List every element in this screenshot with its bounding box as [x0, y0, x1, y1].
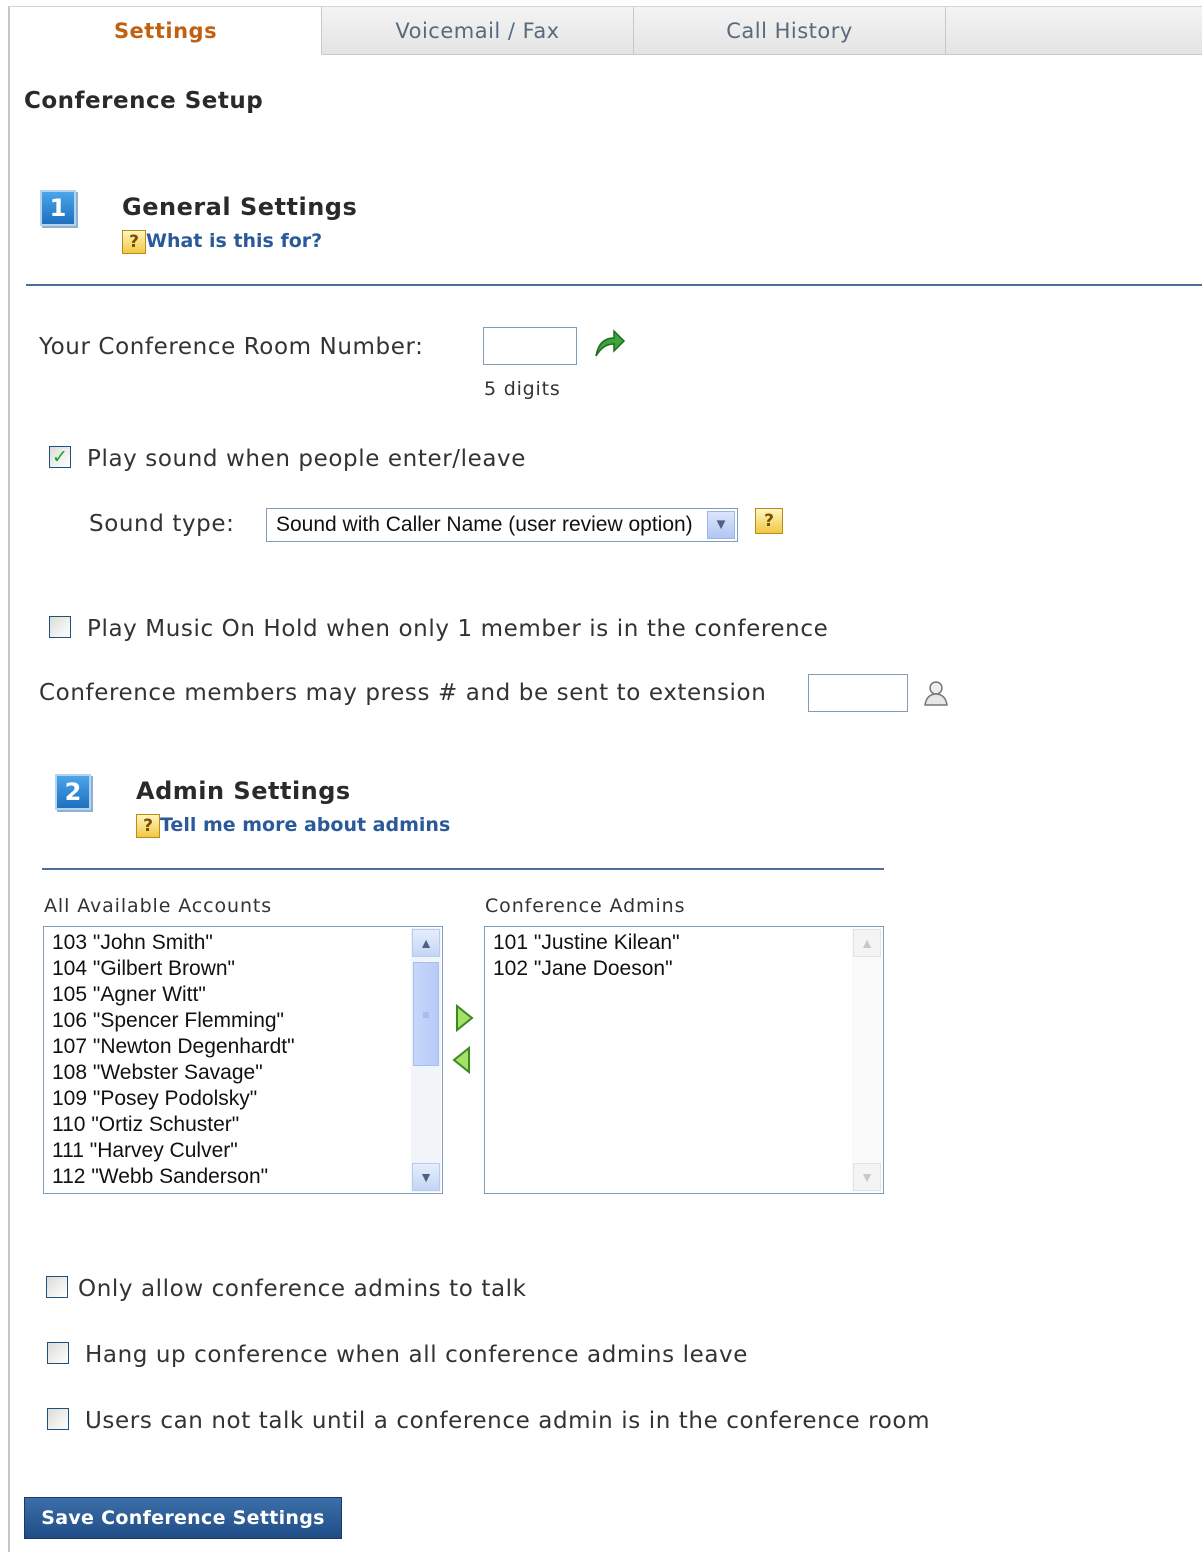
- wait-admin-label: Users can not talk until a conference ad…: [85, 1408, 931, 1434]
- tab-voicemail-fax[interactable]: Voicemail / Fax: [322, 7, 634, 55]
- list-item[interactable]: 108 "Webster Savage": [44, 1060, 442, 1086]
- conference-admins-list[interactable]: 101 "Justine Kilean" 102 "Jane Doeson" ▲…: [484, 926, 884, 1194]
- help-icon[interactable]: ?: [755, 508, 783, 534]
- available-accounts-list[interactable]: 103 "John Smith" 104 "Gilbert Brown" 105…: [43, 926, 443, 1194]
- move-left-icon[interactable]: [450, 1045, 474, 1075]
- save-conference-settings-button[interactable]: Save Conference Settings: [24, 1497, 342, 1539]
- help-icon: ?: [122, 230, 146, 254]
- scroll-thumb[interactable]: ≡: [413, 962, 439, 1066]
- scroll-down-icon[interactable]: ▼: [412, 1163, 440, 1191]
- list-item[interactable]: 110 "Ortiz Schuster": [44, 1112, 442, 1138]
- admins-scrollbar: ▲ ▼: [852, 928, 882, 1192]
- user-lookup-icon[interactable]: [922, 678, 952, 708]
- tab-call-history[interactable]: Call History: [634, 7, 946, 55]
- room-number-hint: 5 digits: [484, 378, 561, 400]
- list-item[interactable]: 111 "Harvey Culver": [44, 1138, 442, 1164]
- scroll-down-icon: ▼: [853, 1163, 881, 1191]
- scroll-up-icon: ▲: [853, 929, 881, 957]
- conference-room-label: Your Conference Room Number:: [39, 334, 424, 360]
- play-sound-checkbox[interactable]: ✓: [49, 446, 71, 468]
- tell-me-more-link[interactable]: Tell me more about admins: [160, 814, 450, 836]
- sound-type-label: Sound type:: [89, 511, 235, 537]
- extension-input[interactable]: [808, 674, 908, 712]
- only-admins-talk-label: Only allow conference admins to talk: [78, 1276, 527, 1302]
- list-item[interactable]: 102 "Jane Doeson": [485, 956, 883, 982]
- step-1-badge: 1: [40, 190, 76, 226]
- list-item[interactable]: 112 "Webb Sanderson": [44, 1164, 442, 1190]
- undo-arrow-icon[interactable]: [590, 326, 626, 360]
- list-item[interactable]: 105 "Agner Witt": [44, 982, 442, 1008]
- music-on-hold-checkbox[interactable]: [49, 616, 71, 638]
- conference-room-input[interactable]: [483, 327, 577, 365]
- conference-admins-label: Conference Admins: [485, 895, 686, 917]
- scroll-up-icon[interactable]: ▲: [412, 929, 440, 957]
- admin-divider: [42, 868, 884, 870]
- what-is-this-for-link[interactable]: What is this for?: [146, 230, 322, 252]
- press-hash-label: Conference members may press # and be se…: [39, 680, 767, 706]
- list-item[interactable]: 104 "Gilbert Brown": [44, 956, 442, 982]
- available-accounts-label: All Available Accounts: [44, 895, 273, 917]
- move-right-icon[interactable]: [452, 1003, 476, 1033]
- wait-admin-checkbox[interactable]: [47, 1408, 69, 1430]
- only-admins-talk-checkbox[interactable]: [46, 1276, 68, 1298]
- hangup-checkbox[interactable]: [47, 1342, 69, 1364]
- sound-type-select[interactable]: Sound with Caller Name (user review opti…: [266, 508, 738, 542]
- general-settings-heading: General Settings: [122, 193, 358, 221]
- general-help[interactable]: ? What is this for?: [122, 230, 322, 254]
- step-2-badge: 2: [55, 774, 91, 810]
- admin-help[interactable]: ? Tell me more about admins: [136, 814, 450, 838]
- play-sound-label: Play sound when people enter/leave: [87, 446, 526, 472]
- hangup-label: Hang up conference when all conference a…: [85, 1342, 748, 1368]
- list-item[interactable]: 106 "Spencer Flemming": [44, 1008, 442, 1034]
- sound-type-value: Sound with Caller Name (user review opti…: [276, 513, 693, 536]
- list-item[interactable]: 101 "Justine Kilean": [485, 930, 883, 956]
- list-item[interactable]: 107 "Newton Degenhardt": [44, 1034, 442, 1060]
- section-divider: [26, 284, 1202, 286]
- tab-settings[interactable]: Settings: [10, 7, 322, 55]
- tab-bar: Settings Voicemail / Fax Call History: [10, 7, 1202, 55]
- admin-settings-heading: Admin Settings: [136, 777, 351, 805]
- music-on-hold-label: Play Music On Hold when only 1 member is…: [87, 616, 829, 642]
- list-item[interactable]: 109 "Posey Podolsky": [44, 1086, 442, 1112]
- page-title: Conference Setup: [24, 88, 264, 114]
- tab-empty: [946, 7, 1202, 55]
- list-item[interactable]: 103 "John Smith": [44, 930, 442, 956]
- available-scrollbar[interactable]: ▲ ≡ ▼: [411, 928, 441, 1192]
- help-icon: ?: [136, 814, 160, 838]
- chevron-down-icon[interactable]: ▼: [707, 511, 735, 539]
